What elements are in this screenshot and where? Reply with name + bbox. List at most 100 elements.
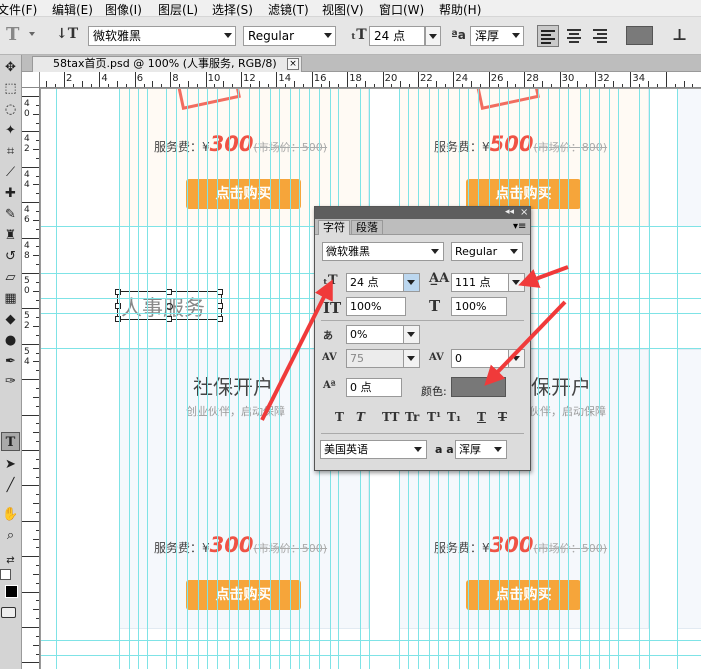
align-left-button[interactable] [537, 25, 559, 47]
vertical-scale-input[interactable]: 100% [346, 297, 406, 316]
guide-line[interactable] [548, 89, 549, 669]
guide-line[interactable] [249, 89, 250, 669]
tab-character[interactable]: 字符 [318, 220, 350, 235]
eraser-tool-icon[interactable]: ▱ [1, 268, 20, 287]
transform-handle[interactable] [115, 289, 121, 295]
text-orientation-icon[interactable]: ↓T [56, 26, 78, 42]
kerning-input[interactable]: 75 [346, 349, 420, 368]
guide-line[interactable] [270, 89, 271, 669]
guide-line[interactable] [217, 89, 218, 669]
guide-line[interactable] [580, 89, 581, 669]
menu-layer[interactable]: 图层(L) [158, 1, 198, 18]
panel-font-size-input[interactable]: 24 点 [346, 273, 420, 292]
close-icon[interactable]: × [287, 58, 299, 70]
font-family-select[interactable]: 微软雅黑 [88, 26, 236, 46]
guide-line[interactable] [609, 89, 610, 669]
pen-tool-icon[interactable]: ✒ [1, 352, 20, 371]
shape-tool-icon[interactable]: ╱ [1, 476, 20, 495]
character-color-swatch[interactable] [451, 377, 506, 397]
text-layer-content[interactable]: 人事服务 [121, 292, 205, 322]
guide-line[interactable] [207, 89, 208, 669]
zoom-tool-icon[interactable]: ⌕ [1, 526, 20, 545]
guide-line[interactable] [198, 89, 199, 669]
small-caps-button[interactable]: Tr [405, 410, 419, 424]
lasso-tool-icon[interactable]: ◌ [1, 100, 20, 119]
guide-line[interactable] [147, 89, 148, 669]
gradient-tool-icon[interactable]: ▦ [1, 289, 20, 308]
guide-line[interactable] [41, 640, 701, 641]
buy-button[interactable]: 点击购买 [186, 179, 301, 209]
baseline-shift-input[interactable]: 0 点 [346, 378, 402, 397]
faux-bold-button[interactable]: T [335, 410, 344, 424]
vertical-ruler[interactable]: 4042444648505254 [22, 88, 40, 669]
guide-line[interactable] [559, 89, 560, 669]
guide-line[interactable] [166, 89, 167, 669]
buy-button[interactable]: 点击购买 [466, 580, 581, 610]
swap-colors-icon[interactable]: ⇄ [1, 551, 20, 570]
faux-italic-button[interactable]: T [356, 410, 365, 424]
transform-handle[interactable] [115, 303, 121, 309]
subscript-button[interactable]: T₁ [447, 410, 461, 424]
move-tool-icon[interactable]: ✥ [1, 58, 20, 77]
guide-line[interactable] [279, 89, 280, 669]
guide-line[interactable] [568, 89, 569, 669]
panel-antialias-select[interactable]: 浑厚 [455, 440, 507, 459]
background-color-swatch[interactable] [0, 569, 11, 580]
menu-window[interactable]: 窗口(W) [379, 1, 424, 18]
guide-line[interactable] [187, 89, 188, 669]
menu-help[interactable]: 帮助(H) [439, 1, 481, 18]
blur-tool-icon[interactable]: ◆ [1, 310, 20, 329]
guide-line[interactable] [229, 89, 230, 669]
eyedropper-tool-icon[interactable]: ⟋ [1, 163, 20, 182]
panel-font-family-select[interactable]: 微软雅黑 [322, 242, 444, 261]
close-icon[interactable]: × [520, 207, 528, 218]
preset-dropdown-icon[interactable] [29, 32, 35, 36]
brush-tool-icon[interactable]: ✎ [1, 205, 20, 224]
history-brush-tool-icon[interactable]: ↺ [1, 247, 20, 266]
guide-line[interactable] [649, 89, 650, 669]
kerning-dropdown[interactable] [403, 350, 419, 367]
menu-file[interactable]: 文件(F) [0, 1, 37, 18]
all-caps-button[interactable]: TT [382, 410, 399, 424]
panel-font-style-select[interactable]: Regular [451, 242, 523, 261]
guide-line[interactable] [259, 89, 260, 669]
buy-button[interactable]: 点击购买 [466, 179, 581, 209]
menu-view[interactable]: 视图(V) [322, 1, 364, 18]
guide-line[interactable] [238, 89, 239, 669]
dodge-tool-icon[interactable]: ● [1, 331, 20, 350]
text-color-swatch[interactable] [626, 26, 653, 45]
marquee-tool-icon[interactable]: ⬚ [1, 79, 20, 98]
leading-input[interactable]: 111 点 [451, 273, 525, 292]
font-style-select[interactable]: Regular [243, 26, 336, 46]
tracking-input[interactable]: 0 [451, 349, 525, 368]
guide-line[interactable] [56, 89, 57, 669]
menu-image[interactable]: 图像(I) [105, 1, 142, 18]
ruler-origin[interactable] [22, 72, 40, 88]
horizontal-ruler[interactable]: 2 4 6 8 10 12 14 16 18 20 22 24 26 28 30 32 34 [40, 72, 701, 88]
panel-title-bar[interactable]: ◂◂ × [315, 207, 530, 219]
guide-line[interactable] [129, 89, 130, 669]
guide-line[interactable] [618, 89, 619, 669]
tsume-input[interactable]: 0% [346, 325, 420, 344]
magic-wand-tool-icon[interactable]: ✦ [1, 121, 20, 140]
menu-filter[interactable]: 滤镜(T) [268, 1, 309, 18]
transform-handle[interactable] [115, 316, 121, 322]
guide-line[interactable] [290, 89, 291, 669]
guide-line[interactable] [599, 89, 600, 669]
guide-line[interactable] [309, 89, 310, 669]
horizontal-scale-input[interactable]: 100% [451, 297, 507, 316]
quick-mask-icon[interactable] [1, 607, 16, 618]
type-tool-icon[interactable]: T [1, 432, 20, 451]
guide-line[interactable] [176, 89, 177, 669]
guide-line[interactable] [677, 89, 678, 669]
guide-line[interactable] [589, 89, 590, 669]
tsume-dropdown[interactable] [403, 326, 419, 343]
guide-line[interactable] [299, 89, 300, 669]
font-size-dropdown[interactable] [425, 26, 441, 46]
tab-paragraph[interactable]: 段落 [351, 220, 383, 235]
guide-line[interactable] [639, 89, 640, 669]
font-size-input[interactable]: 24 点 [369, 26, 425, 46]
collapse-icon[interactable]: ◂◂ [505, 207, 514, 218]
align-center-button[interactable] [563, 25, 585, 47]
panel-menu-icon[interactable]: ▾≡ [513, 221, 526, 232]
